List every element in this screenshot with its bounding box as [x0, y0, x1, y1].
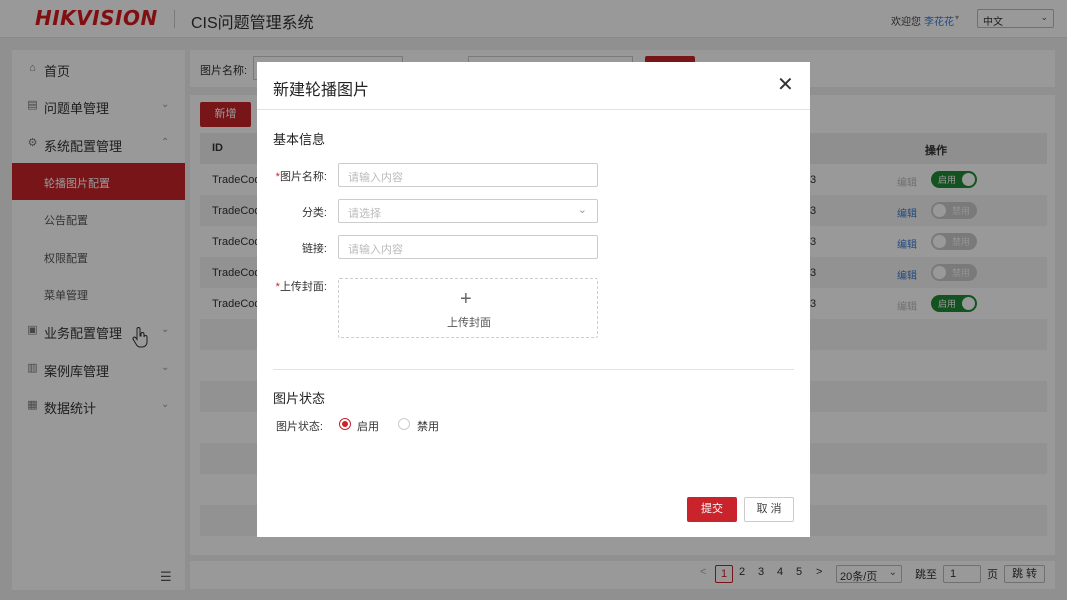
name-input[interactable]: 请输入内容 [338, 163, 598, 187]
category-select[interactable]: 请选择 ⌄ [338, 199, 598, 223]
cancel-button[interactable]: 取 消 [744, 497, 794, 522]
name-field-label-text: 图片名称: [279, 171, 327, 183]
plus-icon: + [460, 288, 472, 310]
status-radio-disable-label[interactable]: 禁用 [417, 418, 439, 434]
create-carousel-modal: 新建轮播图片 ✕ 基本信息 *图片名称: 请输入内容 分类: 请选择 ⌄ 链接:… [257, 62, 810, 537]
cover-field-label: *上传封面: [257, 278, 327, 294]
modal-title: 新建轮播图片 [273, 82, 370, 99]
submit-button[interactable]: 提交 [687, 497, 737, 522]
cover-field-label-text: 上传封面: [279, 281, 327, 293]
chevron-down-icon: ⌄ [577, 204, 587, 216]
link-input[interactable]: 请输入内容 [338, 235, 598, 259]
status-radio-enable[interactable] [339, 418, 351, 430]
name-input-placeholder: 请输入内容 [348, 172, 403, 184]
link-field-label: 链接: [301, 243, 327, 255]
status-radio-enable-label[interactable]: 启用 [357, 418, 379, 434]
upload-cover-area[interactable]: + 上传封面 [338, 278, 598, 338]
status-radio-disable[interactable] [398, 418, 410, 430]
upload-cover-text: 上传封面 [447, 317, 491, 329]
link-input-placeholder: 请输入内容 [348, 244, 403, 256]
category-placeholder: 请选择 [348, 208, 381, 220]
category-field-label: 分类: [301, 207, 327, 219]
section-divider [273, 369, 794, 370]
modal-header-divider [257, 109, 810, 110]
name-field-label: *图片名称: [257, 168, 327, 184]
section-title-status: 图片状态 [273, 391, 326, 406]
status-field-label: 图片状态: [275, 421, 323, 433]
close-icon[interactable]: ✕ [777, 75, 794, 95]
section-title-basic: 基本信息 [273, 132, 326, 147]
